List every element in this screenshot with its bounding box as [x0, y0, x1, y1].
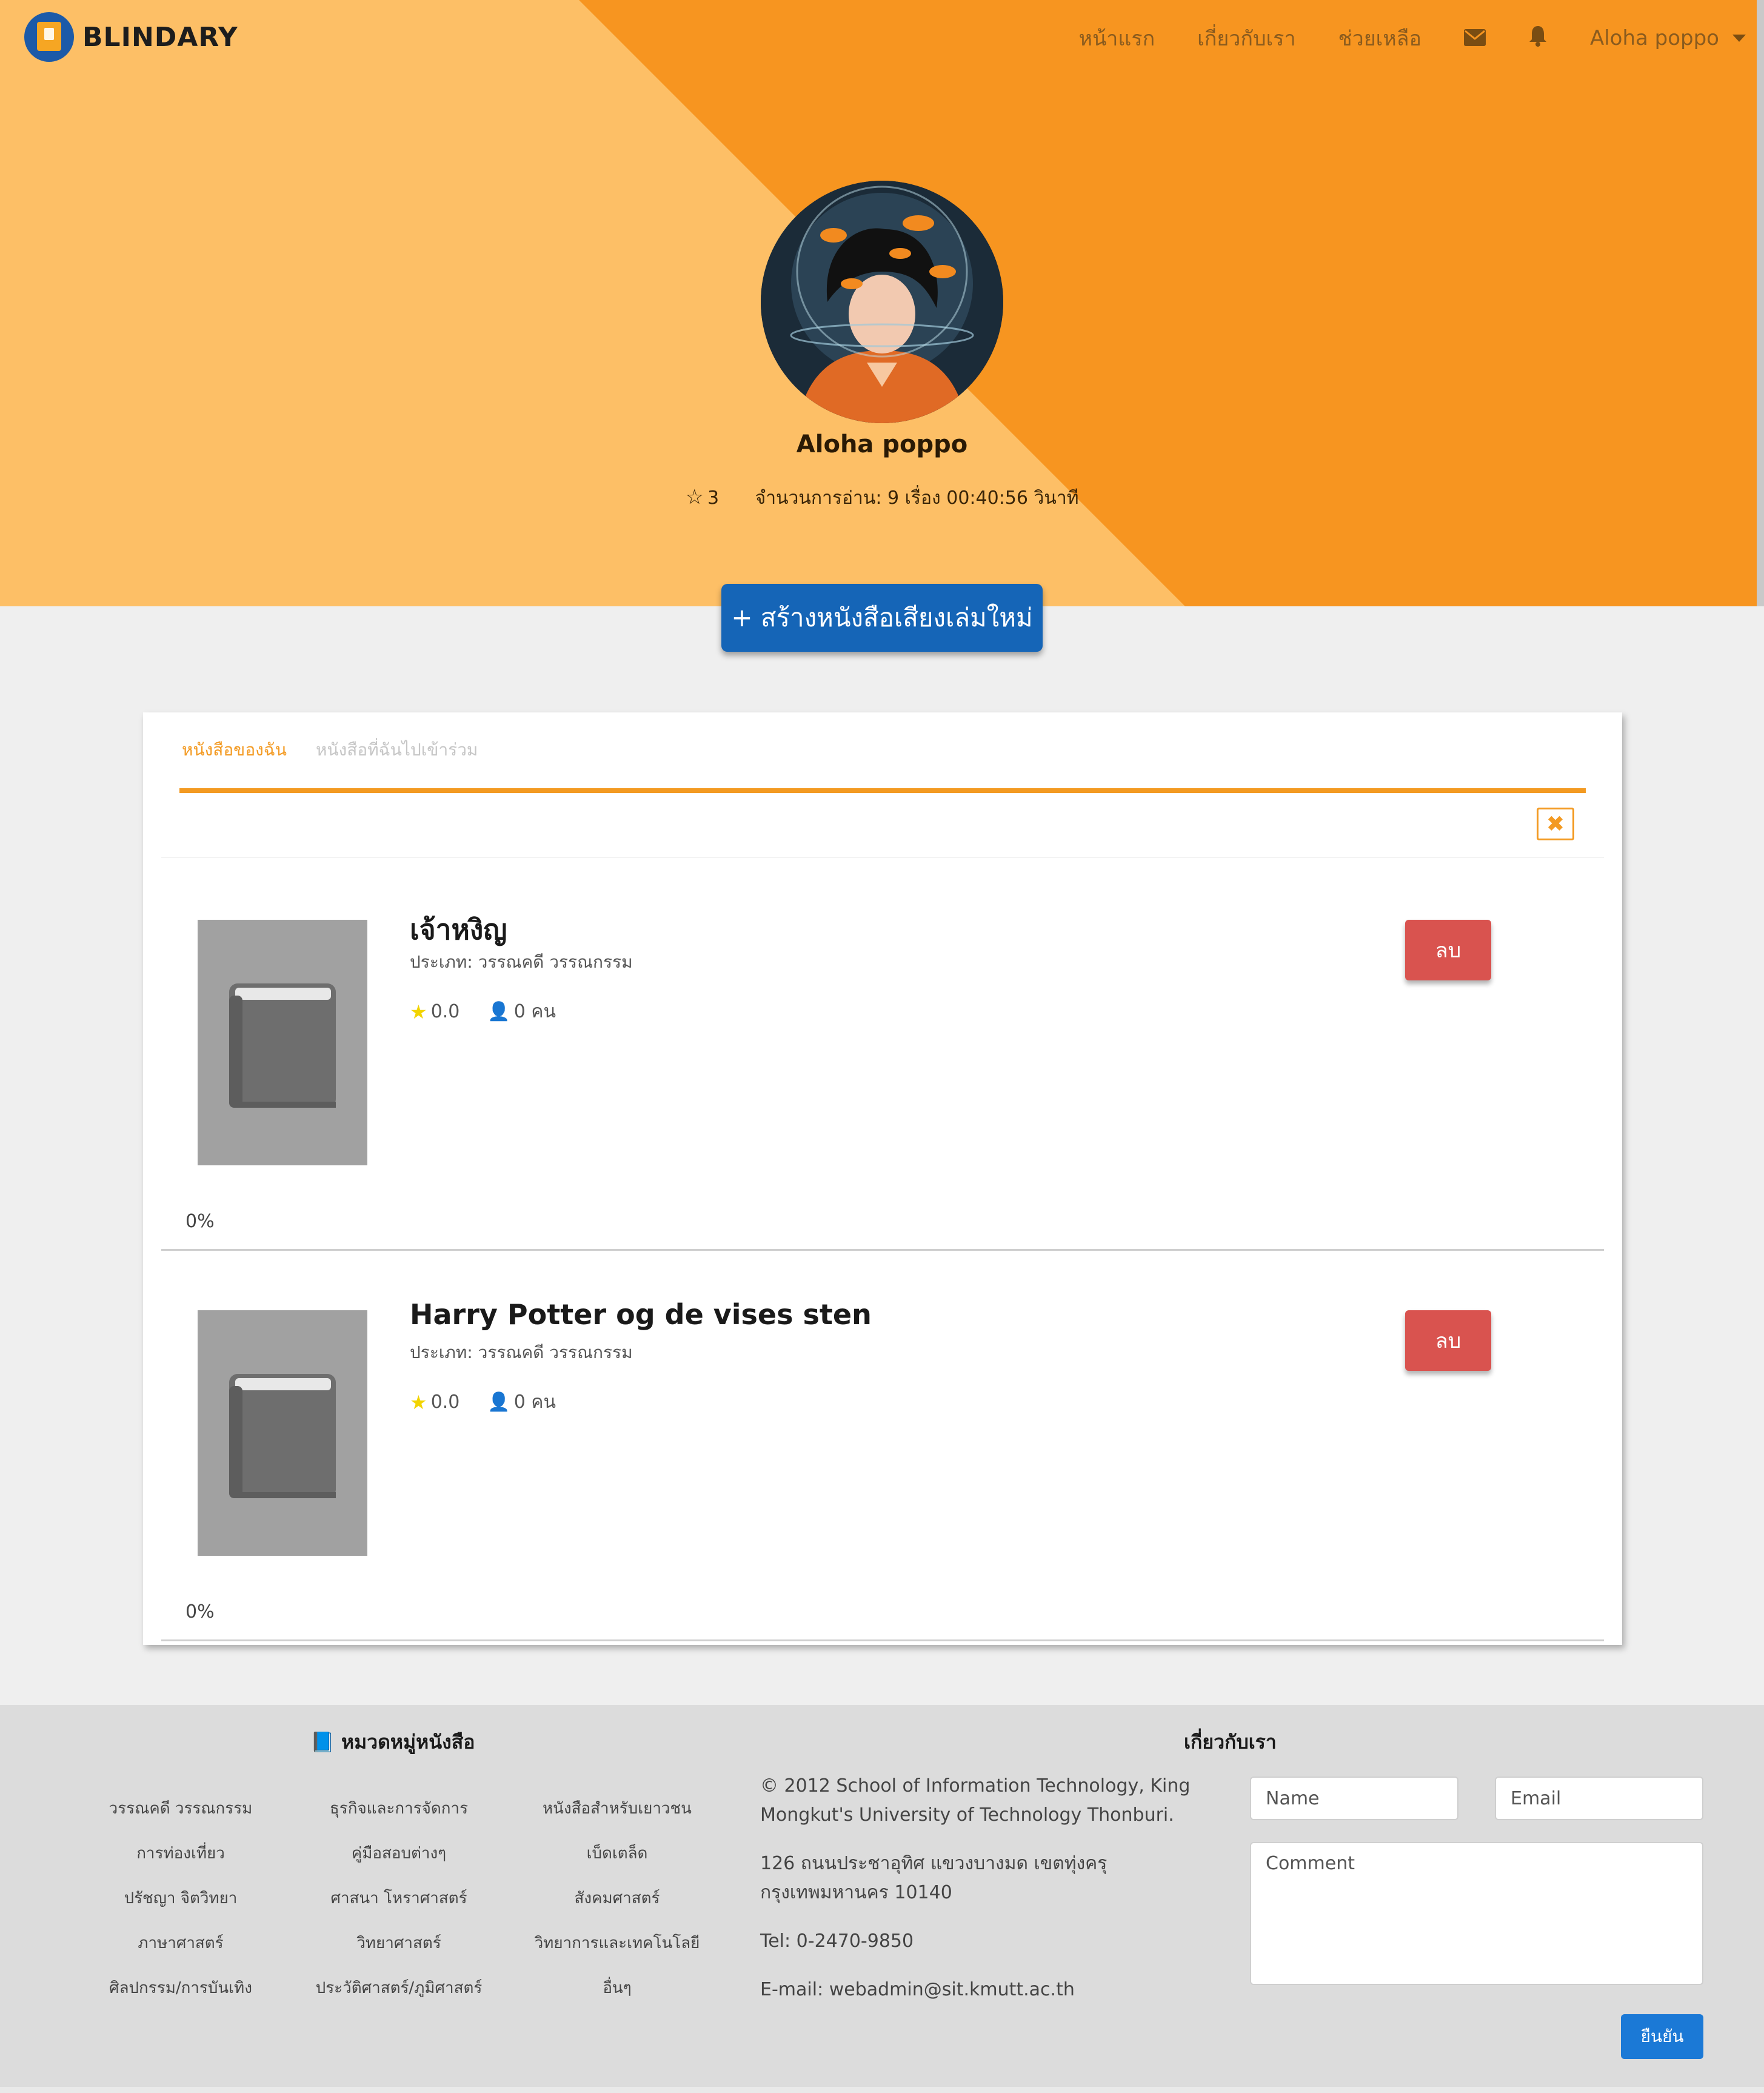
book-users: 0 คน [513, 1391, 556, 1413]
book-category: ประเภท: วรรณคดี วรรณกรรม [410, 1342, 633, 1362]
comment-field[interactable]: Comment [1250, 1842, 1703, 1985]
book-icon [229, 983, 336, 1108]
category-link[interactable]: ปรัชญา จิตวิทยา [72, 1886, 290, 1907]
user-icon: 👤 [487, 1391, 510, 1413]
nav-about[interactable]: เกี่ยวกับเรา [1197, 22, 1295, 55]
avatar [761, 181, 1003, 423]
category-link[interactable]: วิทยาการและเทคโนโลยี [508, 1931, 726, 1952]
category-link[interactable]: ประวัติศาสตร์/ภูมิศาสตร์ [290, 1975, 508, 1997]
categories-title: หมวดหมู่หนังสือ [341, 1730, 475, 1753]
star-outline-icon: ☆ [685, 485, 704, 509]
book-users: 0 คน [513, 1001, 556, 1022]
divider [161, 857, 1604, 858]
user-menu-label: Aloha poppo [1589, 26, 1719, 50]
footer-bottom-bar [0, 2087, 1764, 2093]
book-rating: 0.0 [430, 1391, 460, 1413]
profile-star-count: 3 [707, 487, 720, 509]
category-link[interactable]: อื่นๆ [508, 1975, 726, 1997]
address-text: 126 ถนนประชาอุทิศ แขวงบางมด เขตทุ่งครุ ก… [760, 1853, 1108, 1903]
book-cover[interactable] [198, 920, 367, 1165]
category-link[interactable]: ภาษาศาสตร์ [72, 1931, 290, 1952]
nav-links: หน้าแรก เกี่ยวกับเรา ช่วยเหลือ Aloha pop… [1037, 22, 1746, 55]
star-icon: ★ [410, 1000, 427, 1023]
book-item: เจ้าหงิญ ประเภท: วรรณคดี วรรณกรรม ★ 0.0 … [161, 913, 1604, 1311]
book-icon: 📘 [310, 1730, 335, 1753]
book-title[interactable]: เจ้าหงิญ [410, 908, 507, 952]
divider [161, 1249, 1604, 1251]
tab-list: หนังสือของฉัน หนังสือที่ฉันไปเข้าร่วม [179, 737, 504, 763]
category-list: วรรณคดี วรรณกรรม ธุรกิจและการจัดการ หนัง… [72, 1796, 726, 1997]
create-audiobook-button[interactable]: + สร้างหนังสือเสียงเล่มใหม่ [721, 584, 1043, 652]
email-field[interactable]: Email [1495, 1777, 1703, 1820]
about-info: © 2012 School of Information Technology,… [760, 1772, 1203, 2024]
book-progress: 0% [185, 1211, 215, 1232]
divider [161, 1639, 1604, 1641]
category-link[interactable]: ธุรกิจและการจัดการ [290, 1796, 508, 1818]
category-link[interactable]: การท่องเที่ยว [72, 1841, 290, 1863]
category-link[interactable]: วรรณคดี วรรณกรรม [72, 1796, 290, 1818]
submit-button[interactable]: ยืนยัน [1621, 2014, 1703, 2059]
category-link[interactable]: คู่มือสอบต่างๆ [290, 1841, 508, 1863]
book-stats: ★ 0.0 👤 0 คน [410, 1388, 556, 1416]
category-link[interactable]: เบ็ดเตล็ด [508, 1841, 726, 1863]
book-title[interactable]: Harry Potter og de vises sten [410, 1298, 872, 1331]
scrollbar[interactable] [1757, 0, 1764, 606]
category-link[interactable]: วิทยาศาสตร์ [290, 1931, 508, 1952]
bell-icon[interactable] [1528, 25, 1548, 52]
category-link[interactable]: หนังสือสำหรับเยาวชน [508, 1796, 726, 1818]
tab-indicator [179, 788, 1586, 793]
book-item: Harry Potter og de vises sten ประเภท: วร… [161, 1298, 1604, 1701]
books-card: หนังสือของฉัน หนังสือที่ฉันไปเข้าร่วม ✖ … [143, 712, 1622, 1645]
book-category: ประเภท: วรรณคดี วรรณกรรม [410, 952, 633, 972]
book-cover[interactable] [198, 1310, 367, 1556]
book-rating: 0.0 [430, 1001, 460, 1022]
category-link[interactable]: สังคมศาสตร์ [508, 1886, 726, 1907]
delete-button[interactable]: ลบ [1405, 920, 1491, 980]
copyright-text: © 2012 School of Information Technology,… [760, 1775, 1191, 1826]
star-icon: ★ [410, 1390, 427, 1414]
brand-logo[interactable]: BLINDARY [24, 12, 238, 62]
profile-hero: BLINDARY หน้าแรก เกี่ยวกับเรา ช่วยเหลือ … [0, 0, 1764, 606]
delete-button[interactable]: ลบ [1405, 1310, 1491, 1371]
name-field[interactable]: Name [1250, 1777, 1458, 1820]
user-icon: 👤 [487, 1001, 510, 1022]
brand-name: BLINDARY [82, 21, 238, 53]
nav-help[interactable]: ช่วยเหลือ [1338, 22, 1422, 55]
envelope-icon[interactable] [1463, 25, 1486, 52]
category-link[interactable]: ศิลปกรรม/การบันเทิง [72, 1975, 290, 1997]
tab-joined-books[interactable]: หนังสือที่ฉันไปเข้าร่วม [313, 737, 480, 763]
close-icon[interactable]: ✖ [1537, 808, 1574, 840]
categories-heading: 📘 หมวดหมู่หนังสือ [310, 1727, 475, 1758]
footer: 📘 หมวดหมู่หนังสือ วรรณคดี วรรณกรรม ธุรกิ… [0, 1705, 1764, 2093]
logo-icon [24, 12, 74, 62]
profile-name: Aloha poppo [796, 430, 968, 458]
reading-stats: จำนวนการอ่าน: 9 เรื่อง 00:40:56 วินาที [755, 487, 1079, 509]
chevron-down-icon [1732, 35, 1746, 42]
tel-text: Tel: 0-2470-9850 [760, 1931, 914, 1952]
book-stats: ★ 0.0 👤 0 คน [410, 997, 556, 1026]
user-menu[interactable]: Aloha poppo [1590, 26, 1746, 50]
book-progress: 0% [185, 1601, 215, 1622]
book-icon [229, 1374, 336, 1498]
category-link[interactable]: ศาสนา โหราศาสตร์ [290, 1886, 508, 1907]
nav-home[interactable]: หน้าแรก [1079, 22, 1155, 55]
email-text: E-mail: webadmin@sit.kmutt.ac.th [760, 1979, 1075, 2000]
about-heading: เกี่ยวกับเรา [1184, 1730, 1277, 1753]
tab-my-books[interactable]: หนังสือของฉัน [179, 737, 289, 763]
profile-stats: ☆ 3 จำนวนการอ่าน: 9 เรื่อง 00:40:56 วินาท… [546, 484, 1218, 512]
navbar: BLINDARY หน้าแรก เกี่ยวกับเรา ช่วยเหลือ … [0, 0, 1764, 79]
